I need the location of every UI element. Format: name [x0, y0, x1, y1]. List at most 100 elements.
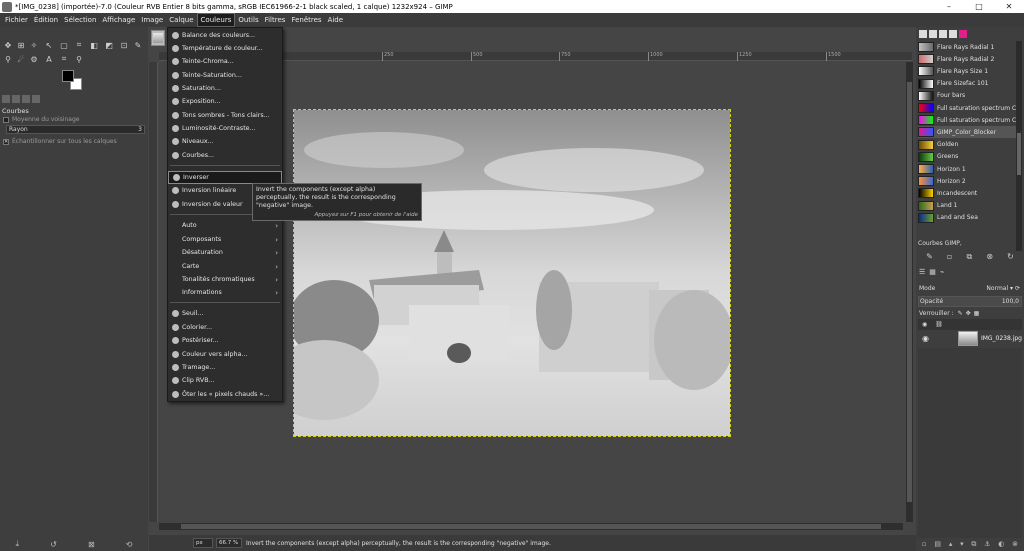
menu-item-exposure[interactable]: Exposition...: [168, 95, 282, 108]
edit-gradient-icon[interactable]: ✎: [926, 252, 933, 262]
gradient-item[interactable]: Full saturation spectrum CW: [918, 114, 1016, 126]
gradient-item[interactable]: Flare Rays Radial 2: [918, 53, 1016, 65]
free-select-icon[interactable]: ↖: [44, 40, 54, 50]
menu-item-color-balance[interactable]: Balance des couleurs...: [168, 29, 282, 42]
new-group-icon[interactable]: ▤: [934, 540, 941, 549]
radius-spinner[interactable]: Rayon 3: [6, 125, 145, 134]
smudge-tool-icon[interactable]: ⚲: [3, 54, 13, 64]
raise-layer-icon[interactable]: ▴: [949, 540, 953, 549]
color-picker-icon[interactable]: ⚲: [74, 54, 84, 64]
bucket-fill-icon[interactable]: ⌗: [59, 54, 69, 64]
gradient-item[interactable]: Flare Rays Radial 1: [918, 41, 1016, 53]
gradients-tab-icon[interactable]: [959, 30, 967, 38]
text-type-icon[interactable]: A: [44, 54, 54, 64]
sample-merged-checkbox[interactable]: ✕: [3, 138, 9, 145]
vertical-scroll-thumb[interactable]: [907, 82, 912, 502]
path-tool-icon[interactable]: ⚙: [29, 54, 39, 64]
menu-item-threshold[interactable]: Seuil...: [168, 307, 282, 320]
gradient-item[interactable]: Land 1: [918, 200, 1016, 212]
tool-options-tab-icon[interactable]: [2, 95, 10, 103]
menu-item-info[interactable]: Informations ›: [168, 286, 282, 299]
menu-item-shadows-highlights[interactable]: Tons sombres - Tons clairs...: [168, 109, 282, 122]
rect-select-icon[interactable]: ▢: [59, 40, 69, 50]
unit-selector[interactable]: px: [193, 538, 213, 548]
menu-edition[interactable]: Édition: [31, 13, 61, 27]
vertical-ruler[interactable]: [149, 62, 158, 522]
image-tab-thumbnail[interactable]: [151, 30, 165, 46]
crop-tool-icon[interactable]: ⌗: [74, 40, 84, 50]
menu-item-posterize[interactable]: Postériser...: [168, 334, 282, 347]
gradients-list[interactable]: Flare Rays Radial 1 Flare Rays Radial 2 Fl…: [918, 41, 1016, 251]
menu-fenetres[interactable]: Fenêtres: [288, 13, 324, 27]
average-option[interactable]: Moyenne du voisinage: [3, 116, 79, 123]
layers-list-empty-area[interactable]: [918, 348, 1022, 538]
maximize-button[interactable]: □: [964, 2, 994, 11]
vertical-scrollbar[interactable]: [906, 62, 913, 522]
channels-tab-icon[interactable]: ▦: [929, 268, 936, 276]
menu-item-tone-mapping[interactable]: Tonalités chromatiques ›: [168, 273, 282, 286]
mode-dropdown[interactable]: Normal ▾ ⟳: [986, 285, 1020, 292]
menu-item-dither[interactable]: Tramage...: [168, 361, 282, 374]
text-tool-icon[interactable]: ✎: [133, 40, 143, 50]
gradient-item[interactable]: Incandescent: [918, 187, 1016, 199]
gradient-item[interactable]: Horizon 2: [918, 175, 1016, 187]
gradient-item[interactable]: Flare Rays Size 1: [918, 65, 1016, 77]
menu-couleurs[interactable]: Couleurs: [196, 13, 236, 27]
gradient-item[interactable]: Horizon 1: [918, 163, 1016, 175]
gradient-item[interactable]: Land and Sea: [918, 212, 1016, 224]
paint-tool-icon[interactable]: ◩: [104, 40, 114, 50]
dodge-tool-icon[interactable]: ☄: [16, 54, 26, 64]
brushes-tab-icon[interactable]: [919, 30, 927, 38]
foreground-color-swatch[interactable]: [62, 70, 74, 82]
gradient-item[interactable]: GIMP_Color_Blocker: [918, 126, 1016, 139]
menu-affichage[interactable]: Affichage: [99, 13, 138, 27]
layer-item[interactable]: ◉ IMG_0238.jpg: [918, 329, 1022, 348]
clone-tool-icon[interactable]: ⊡: [119, 40, 129, 50]
menu-aide[interactable]: Aide: [325, 13, 346, 27]
gradients-scroll-thumb[interactable]: [1017, 133, 1021, 175]
image-canvas[interactable]: [293, 109, 731, 437]
gradients-scrollbar[interactable]: [1016, 41, 1022, 251]
menu-item-colorize[interactable]: Colorier...: [168, 321, 282, 334]
reset-options-icon[interactable]: ⟲: [126, 540, 133, 549]
menu-item-desaturation[interactable]: Désaturation ›: [168, 246, 282, 259]
fonts-tab-icon[interactable]: [939, 30, 947, 38]
menu-item-hue-chroma[interactable]: Teinte-Chroma...: [168, 55, 282, 68]
menu-selection[interactable]: Sélection: [61, 13, 99, 27]
layer-mode-row[interactable]: Mode Normal ▾ ⟳: [918, 283, 1022, 294]
documents-tab-icon[interactable]: [949, 30, 957, 38]
save-preset-icon[interactable]: ⤓: [16, 539, 20, 549]
menu-outils[interactable]: Outils: [235, 13, 261, 27]
fuzzy-select-icon[interactable]: ✧: [29, 40, 39, 50]
average-checkbox[interactable]: [3, 116, 9, 123]
menu-item-rgb-clip[interactable]: Clip RVB...: [168, 374, 282, 387]
patterns-tab-icon[interactable]: [929, 30, 937, 38]
menu-item-brightness-contrast[interactable]: Luminosité-Contraste...: [168, 122, 282, 135]
new-gradient-icon[interactable]: ▫: [947, 252, 952, 262]
layers-tab-icon[interactable]: ☰: [919, 268, 925, 276]
delete-gradient-icon[interactable]: ⊗: [986, 252, 993, 262]
device-status-tab-icon[interactable]: [12, 95, 20, 103]
mask-layer-icon[interactable]: ◐: [998, 540, 1004, 549]
align-tool-icon[interactable]: ⊞: [16, 40, 26, 50]
gradient-item[interactable]: Full saturation spectrum CCW: [918, 102, 1016, 114]
horizontal-scrollbar[interactable]: [159, 523, 903, 530]
close-button[interactable]: ✕: [994, 2, 1024, 11]
eye-icon[interactable]: ◉: [922, 334, 932, 343]
menu-item-components[interactable]: Composants ›: [168, 233, 282, 246]
restore-preset-icon[interactable]: ↺: [50, 540, 57, 549]
menu-filtres[interactable]: Filtres: [262, 13, 289, 27]
menu-image[interactable]: Image: [138, 13, 166, 27]
gradient-item[interactable]: Flare Sizefac 101: [918, 78, 1016, 90]
duplicate-layer-icon[interactable]: ⧉: [971, 540, 976, 549]
refresh-gradients-icon[interactable]: ↻: [1007, 252, 1014, 262]
horizontal-scroll-thumb[interactable]: [181, 524, 881, 529]
warp-tool-icon[interactable]: ◧: [89, 40, 99, 50]
opacity-slider[interactable]: Opacité 100,0: [918, 296, 1022, 307]
menu-item-color-to-alpha[interactable]: Couleur vers alpha...: [168, 348, 282, 361]
move-tool-icon[interactable]: ✥: [3, 40, 13, 50]
delete-layer-icon[interactable]: ⊗: [1012, 540, 1018, 549]
menu-item-saturation[interactable]: Saturation...: [168, 82, 282, 95]
lock-pixels-icon[interactable]: ✎: [958, 310, 963, 317]
gradient-item[interactable]: Greens: [918, 151, 1016, 163]
